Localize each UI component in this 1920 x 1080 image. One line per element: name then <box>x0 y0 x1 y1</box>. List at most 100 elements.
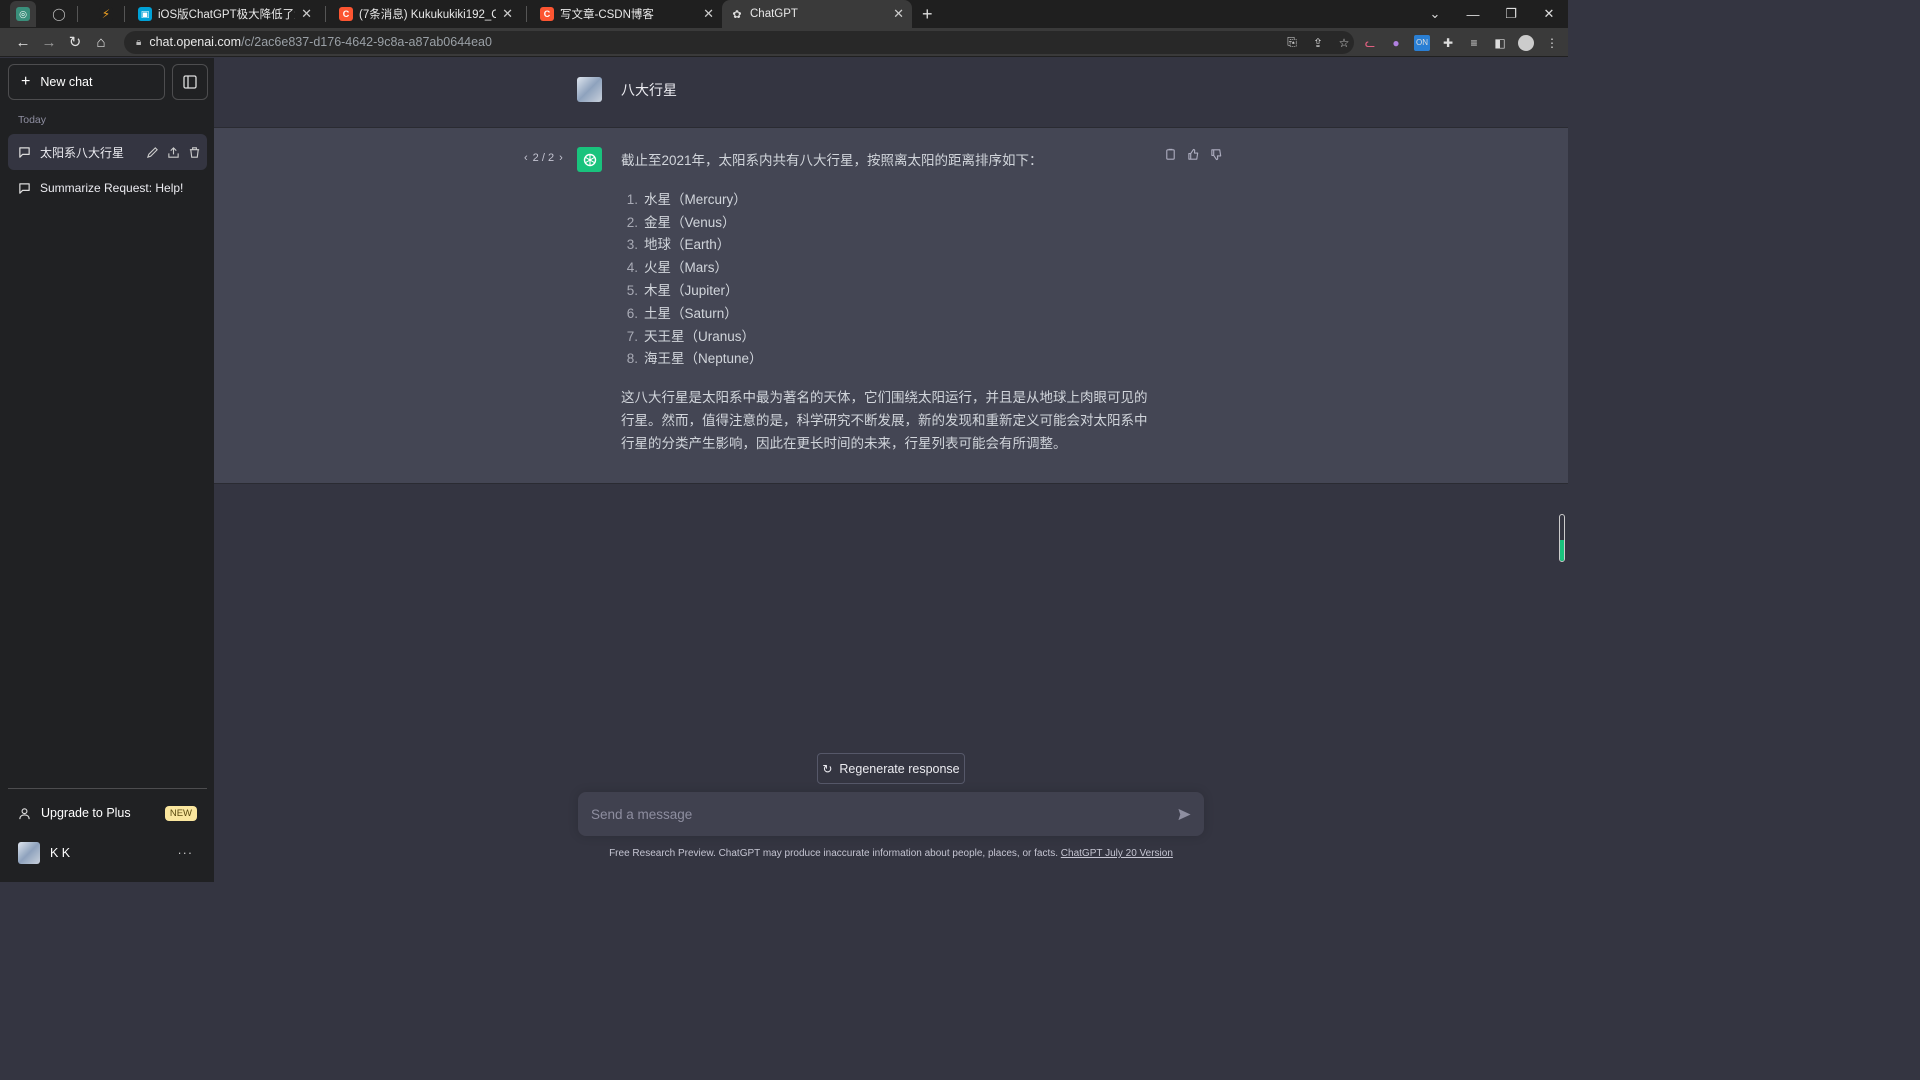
new-badge: NEW <box>164 805 197 821</box>
copy-icon[interactable] <box>1164 148 1177 161</box>
tab-label: iOS版ChatGPT极大降低了大家的 <box>158 9 295 21</box>
restore-icon[interactable]: ❐ <box>1492 6 1530 22</box>
extensions-puzzle-icon[interactable]: ✚ <box>1440 35 1456 51</box>
close-window-icon[interactable]: ✕ <box>1530 6 1568 22</box>
openai-icon: ◎ <box>16 7 30 21</box>
regenerate-response-button[interactable]: ↻ Regenerate response <box>817 753 965 784</box>
list-item-number: 2. <box>626 214 638 230</box>
list-item-number: 3. <box>626 237 638 253</box>
upgrade-label: Upgrade to Plus <box>41 806 131 820</box>
new-tab-button[interactable]: + <box>922 4 933 25</box>
thumbs-down-icon[interactable] <box>1210 148 1223 161</box>
scroll-indicator[interactable] <box>1559 514 1565 562</box>
extension-circle-icon[interactable]: ● <box>1388 35 1404 51</box>
github-icon: ◯ <box>52 7 66 21</box>
pinned-tab-other[interactable]: ⚡ <box>93 1 119 27</box>
message-input[interactable] <box>578 806 1164 822</box>
share-icon[interactable]: ⇪ <box>1310 35 1326 51</box>
thumbs-up-icon[interactable] <box>1187 148 1200 161</box>
list-item-text: 金星（Venus） <box>644 214 736 230</box>
forward-icon[interactable]: → <box>36 34 62 51</box>
version-link[interactable]: ChatGPT July 20 Version <box>1061 848 1173 859</box>
back-icon[interactable]: ← <box>10 34 36 51</box>
list-item-number: 4. <box>626 260 638 276</box>
new-chat-label: New chat <box>40 75 93 89</box>
list-item-number: 5. <box>626 282 638 298</box>
assistant-message-body: 截止至2021年，太阳系内共有八大行星，按照离太阳的距离排序如下： 1. 水星（M… <box>621 150 1151 456</box>
tab-bilibili[interactable]: ▣ iOS版ChatGPT极大降低了大家的 ✕ <box>130 0 320 28</box>
assistant-message: ‹ 2 / 2 › 截止至2021年，太阳系内共有八大行星，按照离太阳的距离排序… <box>214 128 1568 484</box>
tab-csdn-write[interactable]: C 写文章-CSDN博客 ✕ <box>532 0 722 28</box>
tab-csdn-messages[interactable]: C (7条消息) Kukukukiki192_CS,Bu ✕ <box>331 0 521 28</box>
new-chat-button[interactable]: + New chat <box>8 64 165 100</box>
list-item: 2. 金星（Venus） <box>626 212 1151 235</box>
csdn-icon: C <box>540 7 554 21</box>
close-icon[interactable]: ✕ <box>502 6 513 22</box>
bookmark-star-icon[interactable]: ☆ <box>1336 35 1352 51</box>
tab-separator <box>526 6 527 22</box>
list-item-text: 地球（Earth） <box>644 237 731 253</box>
tab-label: 写文章-CSDN博客 <box>560 9 654 21</box>
list-item: 3. 地球（Earth） <box>626 234 1151 257</box>
avatar <box>18 842 40 864</box>
list-item-text: 木星（Jupiter） <box>644 282 739 298</box>
close-icon[interactable]: ✕ <box>893 6 904 22</box>
reading-list-icon[interactable]: ≡ <box>1466 35 1482 51</box>
translate-icon[interactable]: ⎘ <box>1284 35 1300 51</box>
conversation-item[interactable]: Summarize Request: Help! <box>8 170 207 206</box>
profile-avatar-icon[interactable] <box>1518 34 1534 51</box>
send-button[interactable] <box>1164 807 1204 822</box>
sidebar-icon <box>183 75 197 89</box>
menu-kebab-icon[interactable]: ⋮ <box>1544 35 1560 51</box>
openai-icon <box>583 153 596 166</box>
next-response-icon[interactable]: › <box>559 152 563 164</box>
minimize-icon[interactable]: — <box>1454 7 1492 22</box>
list-item-number: 6. <box>626 305 638 321</box>
regenerate-label: Regenerate response <box>839 761 960 776</box>
list-item: 1. 水星（Mercury） <box>626 189 1151 212</box>
bolt-icon: ⚡ <box>99 7 113 21</box>
extension-cat-icon[interactable]: ᓚ <box>1362 35 1378 51</box>
list-item: 4. 火星（Mars） <box>626 257 1151 280</box>
chat-main: 八大行星 ‹ 2 / 2 › 截止至2021年，太阳系内共有八大行星，按照离太阳… <box>214 58 1568 882</box>
home-icon[interactable]: ⌂ <box>88 34 114 51</box>
previous-response-icon[interactable]: ‹ <box>524 152 528 164</box>
csdn-icon: C <box>339 7 353 21</box>
trash-icon[interactable] <box>188 146 201 159</box>
send-icon <box>1177 808 1191 820</box>
list-item: 6. 土星（Saturn） <box>626 303 1151 326</box>
section-label-today: Today <box>18 114 47 126</box>
close-icon[interactable]: ✕ <box>301 6 312 22</box>
pager-label: 2 / 2 <box>532 152 555 164</box>
side-panel-icon[interactable]: ◧ <box>1492 35 1508 51</box>
pinned-tab-github[interactable]: ◯ <box>46 1 72 27</box>
toggle-sidebar-button[interactable] <box>172 64 208 100</box>
bilibili-icon: ▣ <box>138 7 152 21</box>
close-icon[interactable]: ✕ <box>703 6 714 22</box>
share-icon[interactable] <box>167 146 180 159</box>
conversation-title: 太阳系八大行星 <box>40 145 125 160</box>
chatgpt-logo-icon <box>577 147 602 172</box>
edit-pencil-icon[interactable] <box>146 146 159 159</box>
upgrade-to-plus-button[interactable]: Upgrade to Plus NEW <box>8 798 207 828</box>
list-item: 8. 海王星（Neptune） <box>626 348 1151 371</box>
user-name: K K <box>50 846 71 860</box>
list-item-number: 1. <box>626 191 638 207</box>
list-item-text: 海王星（Neptune） <box>644 351 763 367</box>
tab-search-icon[interactable]: ⌄ <box>1416 6 1454 22</box>
lock-icon: 🔒︎ <box>136 36 142 48</box>
pinned-tab-openai[interactable]: ◎ <box>10 1 36 27</box>
user-menu-button[interactable]: K K ··· <box>8 836 207 870</box>
response-pager: ‹ 2 / 2 › <box>524 152 563 164</box>
extension-on-icon[interactable]: ON <box>1414 34 1430 51</box>
planet-list: 1. 水星（Mercury） 2. 金星（Venus） 3. 地球（Earth） 4. 火星（… <box>621 189 1151 371</box>
reload-icon[interactable]: ↻ <box>62 33 88 51</box>
assistant-outro: 这八大行星是太阳系中最为著名的天体，它们围绕太阳运行，并且是从地球上肉眼可见的行… <box>621 390 1148 451</box>
tab-chatgpt[interactable]: ✿ ChatGPT ✕ <box>722 0 912 28</box>
list-item-text: 火星（Mars） <box>644 260 728 276</box>
sidebar-divider <box>8 788 207 789</box>
address-bar[interactable]: 🔒︎ chat.openai.com/c/2ac6e837-d176-4642-… <box>124 30 1354 54</box>
message-actions <box>1164 148 1223 161</box>
list-item-text: 天王星（Uranus） <box>644 328 756 344</box>
conversation-item-active[interactable]: 太阳系八大行星 <box>8 134 207 170</box>
